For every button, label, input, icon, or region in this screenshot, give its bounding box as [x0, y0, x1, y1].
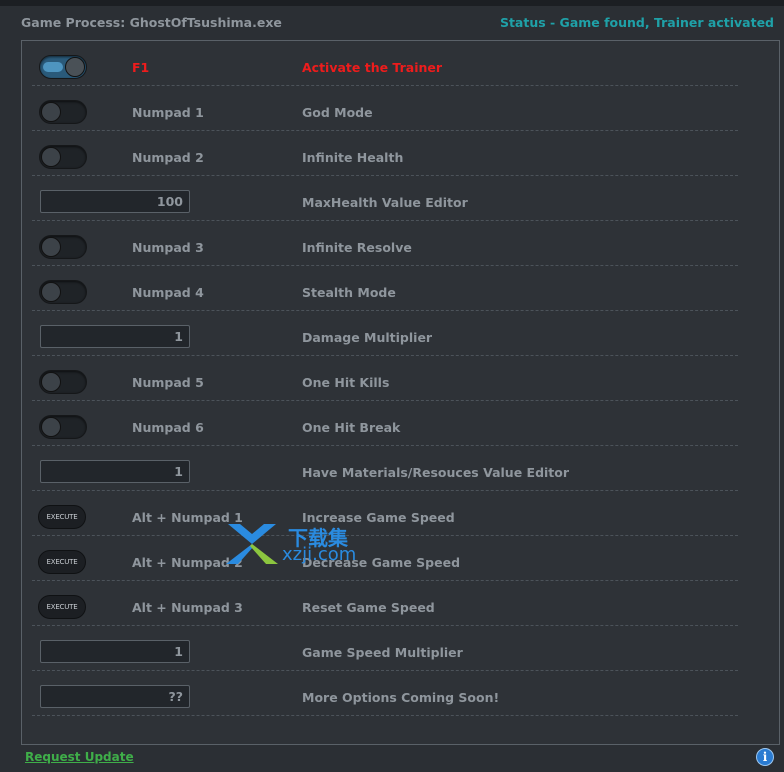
hotkey-label: F1 — [132, 60, 150, 75]
execute-button[interactable]: EXECUTE — [38, 550, 86, 574]
execute-button[interactable]: EXECUTE — [38, 595, 86, 619]
toggle-knob — [41, 147, 61, 167]
cheat-row: Numpad 5 One Hit Kills — [32, 356, 738, 401]
info-icon[interactable]: i — [756, 748, 774, 766]
hotkey-label: Numpad 3 — [132, 240, 204, 255]
hotkey-label: Numpad 2 — [132, 150, 204, 165]
window-top-border — [0, 0, 784, 6]
cheat-label: One Hit Break — [302, 420, 401, 435]
cheat-label: Have Materials/Resouces Value Editor — [302, 465, 570, 480]
toggle-fill — [43, 62, 63, 72]
cheat-row: F1 Activate the Trainer — [32, 41, 738, 86]
cheat-row: EXECUTE Alt + Numpad 2 Decrease Game Speed — [32, 536, 738, 581]
value-input[interactable]: 1 — [40, 325, 190, 348]
toggle-knob — [41, 372, 61, 392]
toggle-knob — [65, 57, 85, 77]
hotkey-label: Numpad 6 — [132, 420, 204, 435]
toggle-switch[interactable] — [39, 100, 87, 124]
value-input[interactable]: 1 — [40, 460, 190, 483]
xzji-logo-icon — [226, 524, 278, 564]
cheat-list-panel: F1 Activate the Trainer Numpad 1 God Mode Nu… — [21, 40, 780, 745]
execute-button[interactable]: EXECUTE — [38, 505, 86, 529]
cheat-row: ?? More Options Coming Soon! — [32, 671, 738, 716]
cheat-label: God Mode — [302, 105, 373, 120]
cheat-label: Activate the Trainer — [302, 60, 443, 75]
hotkey-label: Alt + Numpad 3 — [132, 600, 243, 615]
cheat-label: MaxHealth Value Editor — [302, 195, 468, 210]
value-input[interactable]: 100 — [40, 190, 190, 213]
cheat-row: 100 MaxHealth Value Editor — [32, 176, 738, 221]
game-process-label: Game Process: GhostOfTsushima.exe — [21, 15, 282, 30]
toggle-switch[interactable] — [39, 415, 87, 439]
cheat-row: 1 Have Materials/Resouces Value Editor — [32, 446, 738, 491]
hotkey-label: Numpad 1 — [132, 105, 204, 120]
toggle-switch[interactable] — [39, 55, 87, 79]
cheat-row: 1 Damage Multiplier — [32, 311, 738, 356]
toggle-knob — [41, 282, 61, 302]
toggle-knob — [41, 102, 61, 122]
toggle-switch[interactable] — [39, 280, 87, 304]
watermark-url: xzji.com — [282, 544, 357, 565]
cheat-label: One Hit Kills — [302, 375, 390, 390]
cheat-row: Numpad 3 Infinite Resolve — [32, 221, 738, 266]
cheat-label: Infinite Health — [302, 150, 404, 165]
cheat-row: Numpad 4 Stealth Mode — [32, 266, 738, 311]
toggle-knob — [41, 237, 61, 257]
cheat-row: Numpad 2 Infinite Health — [32, 131, 738, 176]
cheat-row: EXECUTE Alt + Numpad 3 Reset Game Speed — [32, 581, 738, 626]
toggle-knob — [41, 417, 61, 437]
watermark: 下载集 xzji.com — [224, 522, 374, 572]
hotkey-label: Numpad 4 — [132, 285, 204, 300]
toggle-switch[interactable] — [39, 370, 87, 394]
cheat-row: Numpad 1 God Mode — [32, 86, 738, 131]
cheat-row: EXECUTE Alt + Numpad 1 Increase Game Speed — [32, 491, 738, 536]
toggle-switch[interactable] — [39, 235, 87, 259]
status-text: Status - Game found, Trainer activated — [499, 15, 774, 30]
cheat-row: 1 Game Speed Multiplier — [32, 626, 738, 671]
cheat-label: Reset Game Speed — [302, 600, 435, 615]
cheat-label: Infinite Resolve — [302, 240, 412, 255]
request-update-link[interactable]: Request Update — [25, 750, 134, 764]
cheat-label: Damage Multiplier — [302, 330, 433, 345]
cheat-label: Game Speed Multiplier — [302, 645, 463, 660]
toggle-switch[interactable] — [39, 145, 87, 169]
cheat-label: Stealth Mode — [302, 285, 396, 300]
cheat-label: More Options Coming Soon! — [302, 690, 500, 705]
hotkey-label: Numpad 5 — [132, 375, 204, 390]
cheat-row: Numpad 6 One Hit Break — [32, 401, 738, 446]
value-input[interactable]: ?? — [40, 685, 190, 708]
value-input[interactable]: 1 — [40, 640, 190, 663]
